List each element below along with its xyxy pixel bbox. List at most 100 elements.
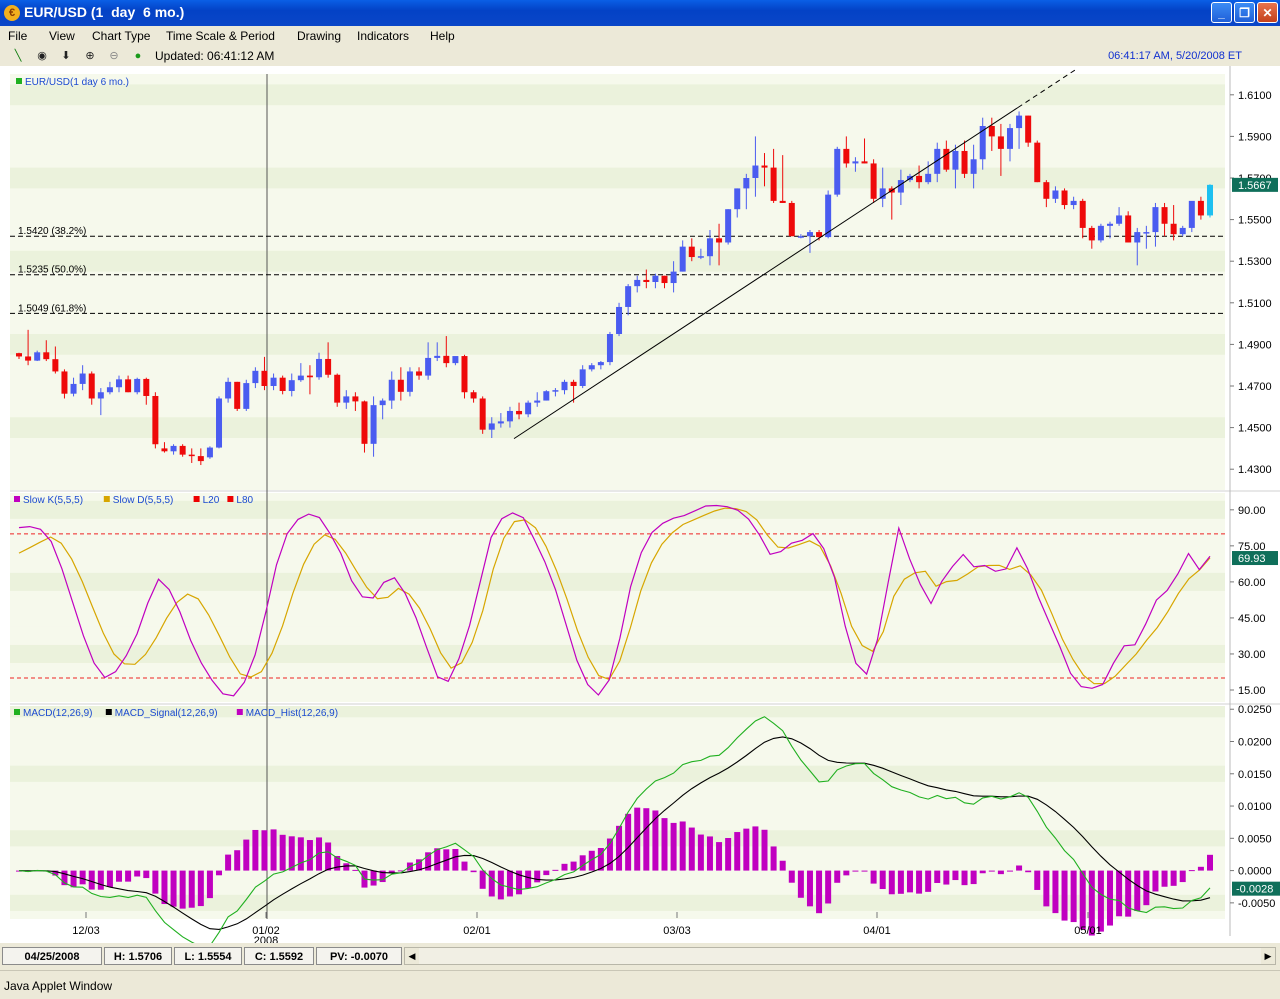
candle-body xyxy=(734,188,741,210)
menu-drawing[interactable]: Drawing xyxy=(297,29,341,43)
macd-hist-bar xyxy=(688,827,695,871)
macd-hist-bar xyxy=(125,870,132,882)
x-axis-label: 03/03 xyxy=(663,925,691,937)
target-icon[interactable]: ◉ xyxy=(34,48,50,64)
macd-hist-bar xyxy=(634,807,641,871)
macd-hist-bar xyxy=(970,870,977,885)
macd-hist-bar xyxy=(297,837,304,871)
minimize-button[interactable]: _ xyxy=(1211,2,1232,23)
macd-hist-bar xyxy=(852,870,859,872)
candle-body xyxy=(706,238,713,257)
macd-hist-bar xyxy=(88,870,95,890)
horizontal-scrollbar[interactable]: ◀ ▶ xyxy=(404,947,1276,965)
macd-hist-bar xyxy=(906,870,913,893)
menu-time-scale[interactable]: Time Scale & Period xyxy=(166,29,275,43)
macd-hist-bar xyxy=(797,870,804,898)
candle-body xyxy=(1061,190,1068,206)
app-icon: € xyxy=(4,5,20,21)
candle-body xyxy=(179,445,186,455)
macd-hist-bar xyxy=(1016,865,1023,871)
candle-body xyxy=(316,358,323,378)
macd-hist-bar xyxy=(170,870,177,907)
stoch-axis-tick-label: 30.00 xyxy=(1238,649,1266,661)
maximize-icon: ❐ xyxy=(1239,6,1250,20)
arrow-down-icon[interactable]: ⬇ xyxy=(58,48,74,64)
candle-body xyxy=(306,375,313,378)
zoom-in-icon[interactable]: ⊕ xyxy=(82,48,98,64)
menu-help[interactable]: Help xyxy=(430,29,455,43)
candle-body xyxy=(543,391,550,401)
candle-body xyxy=(788,202,795,237)
macd-hist-bar xyxy=(352,869,359,871)
price-panel-title: EUR/USD(1 day 6 mo.) xyxy=(25,77,129,88)
status-bar: 04/25/2008 H: 1.5706 L: 1.5554 C: 1.5592… xyxy=(0,945,1280,967)
macd-hist-bar xyxy=(488,870,495,897)
macd-hist-bar xyxy=(143,870,150,879)
candle-body xyxy=(152,395,159,445)
candle-body xyxy=(25,356,32,361)
scroll-right-icon[interactable]: ▶ xyxy=(1261,948,1275,964)
macd-hist-bar xyxy=(943,870,950,885)
x-axis-year-label: 2008 xyxy=(254,935,278,943)
dot-icon[interactable]: ● xyxy=(130,48,146,64)
candle-body xyxy=(406,371,413,392)
maximize-button[interactable]: ❐ xyxy=(1234,2,1255,23)
macd-hist-bar xyxy=(643,808,650,871)
macd-legend-swatch xyxy=(14,709,20,715)
menu-view[interactable]: View xyxy=(49,29,75,43)
macd-hist-bar xyxy=(234,850,241,871)
macd-hist-bar xyxy=(861,870,868,872)
scroll-left-icon[interactable]: ◀ xyxy=(405,948,419,964)
chart-band xyxy=(10,334,1225,355)
macd-hist-bar xyxy=(879,870,886,890)
candle-body xyxy=(97,392,104,399)
candle-body xyxy=(397,379,404,392)
candle-body xyxy=(470,392,477,399)
candle-body xyxy=(1097,225,1104,241)
candle-body xyxy=(861,161,868,164)
candle-body xyxy=(188,454,195,457)
menu-file[interactable]: File xyxy=(8,29,27,43)
candle-body xyxy=(61,371,68,394)
macd-hist-bar xyxy=(506,870,513,897)
line-tool-icon[interactable]: ╲ xyxy=(10,48,26,64)
macd-hist-bar xyxy=(988,870,995,872)
minimize-icon: _ xyxy=(1218,6,1225,20)
menu-chart-type[interactable]: Chart Type xyxy=(92,29,150,43)
macd-hist-bar xyxy=(961,870,968,886)
macd-last-label: -0.0028 xyxy=(1236,884,1273,896)
macd-hist-bar xyxy=(706,836,713,871)
candle-body xyxy=(443,355,450,364)
candle-body xyxy=(1034,142,1041,183)
candle-body xyxy=(843,148,850,164)
chart-svg[interactable]: 1.5420 (38.2%) 1.5235 (50.0%) 1.5049 (61.8… xyxy=(0,66,1280,943)
macd-legend-swatch xyxy=(236,709,243,715)
zoom-out-icon[interactable]: ⊖ xyxy=(106,48,122,64)
close-button[interactable]: ✕ xyxy=(1257,2,1278,23)
menu-indicators[interactable]: Indicators xyxy=(357,29,409,43)
clock-text: 06:41:17 AM, 5/20/2008 ET xyxy=(1108,50,1242,62)
chart-band xyxy=(10,608,1225,627)
stoch-legend-label: Slow D(5,5,5) xyxy=(113,495,174,506)
macd-hist-bar xyxy=(979,870,986,874)
candle-body xyxy=(743,178,750,189)
applet-bar: Java Applet Window xyxy=(0,970,1280,999)
macd-hist-bar xyxy=(779,860,786,871)
price-axis-tick-label: 1.4900 xyxy=(1238,339,1272,351)
candle-body xyxy=(52,359,59,372)
candle-body xyxy=(70,383,77,394)
macd-legend-label: MACD_Signal(12,26,9) xyxy=(115,708,218,719)
fib-level-label: 1.5420 (38.2%) xyxy=(18,226,86,237)
candle-body xyxy=(525,402,532,415)
candle-body xyxy=(488,423,495,430)
macd-hist-bar xyxy=(70,870,77,888)
candle-body xyxy=(352,396,359,402)
macd-hist-bar xyxy=(561,863,568,871)
close-icon: ✕ xyxy=(1262,6,1273,20)
candle-body xyxy=(870,163,877,199)
chart-area[interactable]: 1.5420 (38.2%) 1.5235 (50.0%) 1.5049 (61.8… xyxy=(0,66,1280,943)
macd-hist-bar xyxy=(116,870,123,882)
stoch-axis-tick-label: 90.00 xyxy=(1238,505,1266,517)
candle-body xyxy=(243,383,250,409)
macd-axis-tick-label: 0.0000 xyxy=(1238,866,1272,878)
